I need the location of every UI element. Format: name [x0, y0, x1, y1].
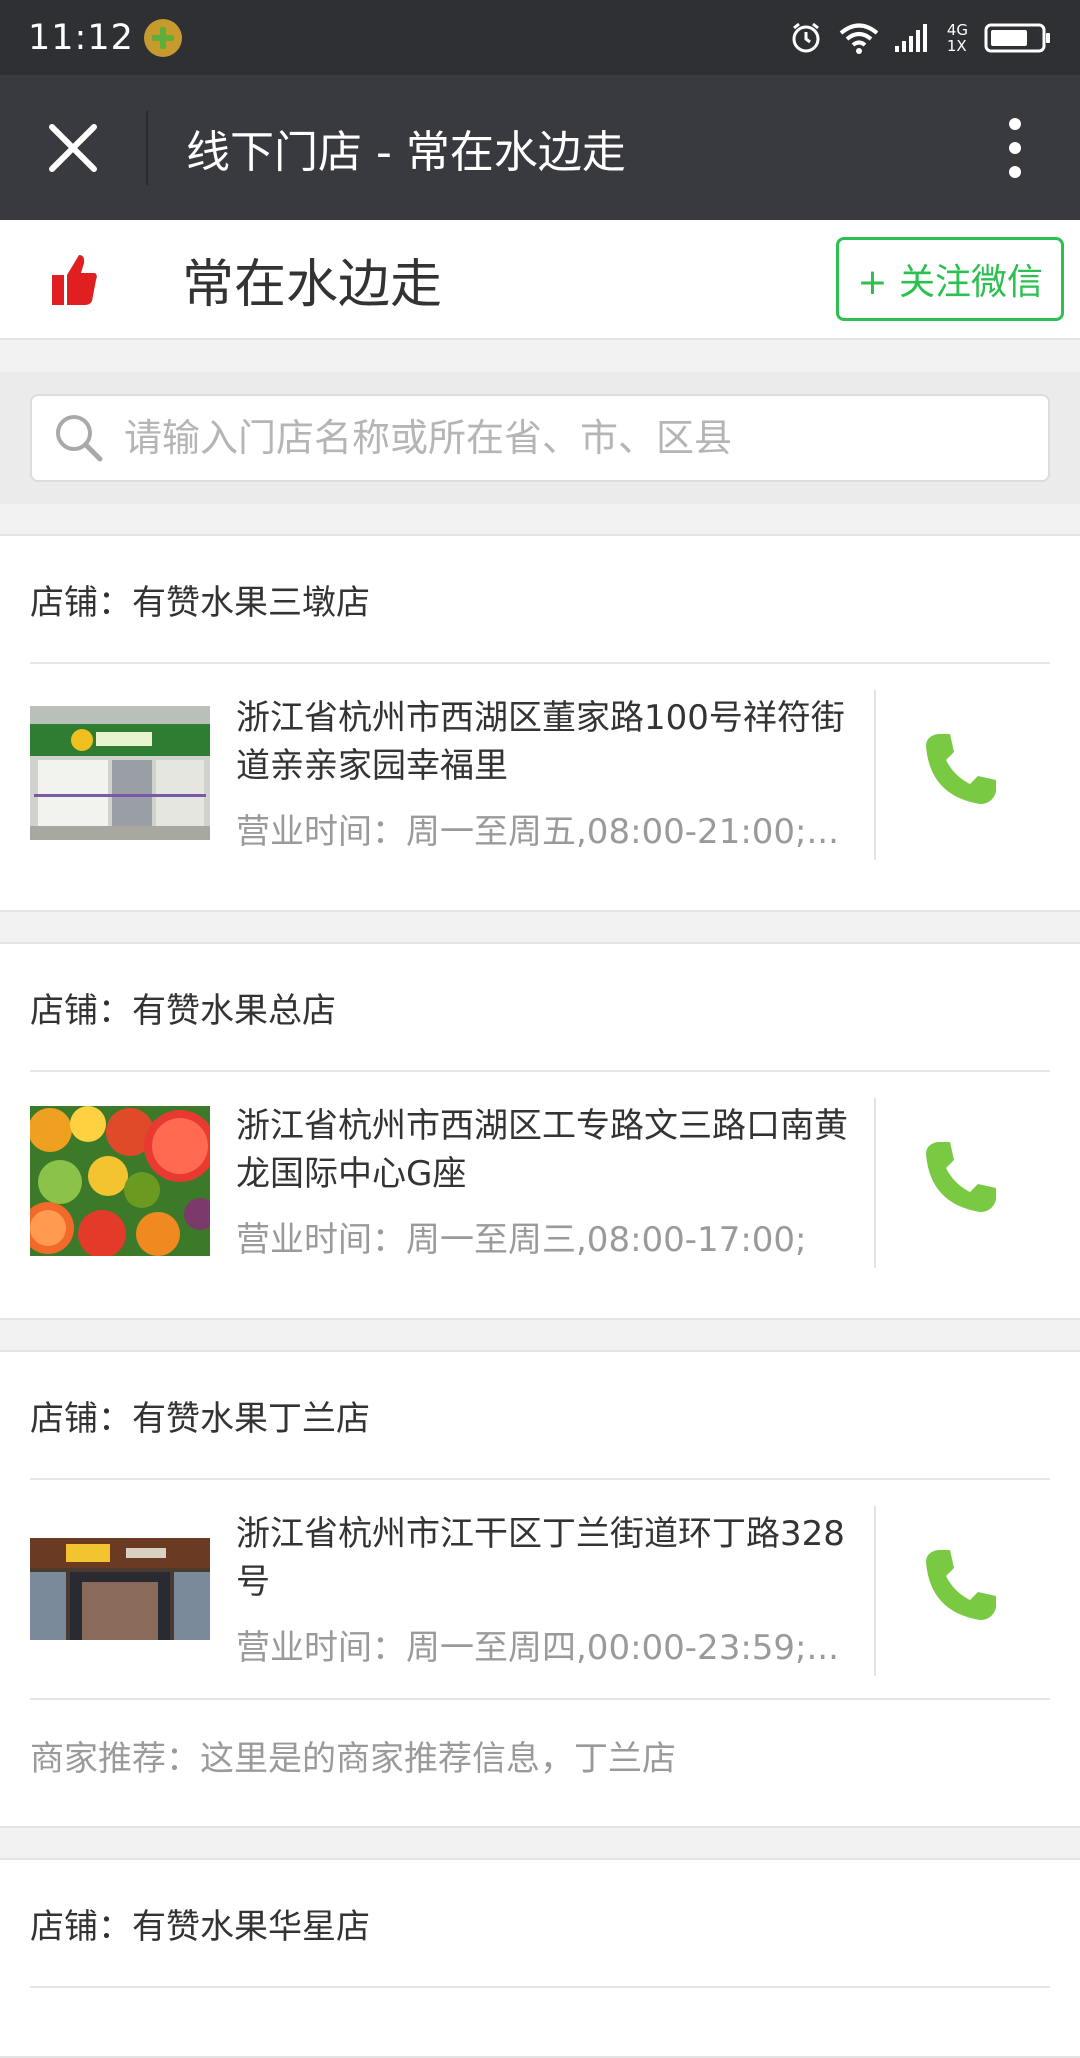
- search-bar: [0, 372, 1080, 504]
- store-address: 浙江省杭州市西湖区工专路文三路口南黄龙国际中心G座: [236, 1105, 848, 1194]
- more-vertical-icon: [1009, 117, 1021, 178]
- store-body[interactable]: 浙江省杭州市西湖区董家路100号祥符街道亲亲家园幸福里 营业时间：周一至周五,0…: [30, 664, 1050, 882]
- store-card: 店铺：有赞水果丁兰店 浙江省杭州市江干区丁兰街道环丁路328号 营业时间：周一至…: [0, 1350, 1080, 1828]
- store-body[interactable]: 浙江省杭州市江干区丁兰街道环丁路328号 营业时间：周一至周四,00:00-23…: [30, 1480, 1050, 1698]
- phone-icon: [926, 1142, 996, 1212]
- search-box[interactable]: [30, 394, 1050, 482]
- network-type-top: 4G: [946, 20, 968, 39]
- store-title: 店铺：有赞水果总店: [30, 944, 1050, 1072]
- network-type-bottom: 1X: [946, 36, 967, 55]
- store-photo: [30, 706, 210, 840]
- store-card: 店铺：有赞水果三墩店 浙江省杭州市西湖区董家路100号祥符街道亲亲家园幸福里 营…: [0, 534, 1080, 912]
- nav-divider: [146, 110, 148, 185]
- page-title: 线下门店 - 常在水边走: [186, 126, 626, 178]
- status-bar: 11:12 4G 1X: [0, 0, 1080, 75]
- store-photo: [30, 1106, 210, 1256]
- call-button[interactable]: [906, 1122, 1016, 1232]
- signal-icon: [894, 23, 927, 52]
- phone-icon: [926, 1550, 996, 1620]
- store-photo: [30, 1538, 210, 1640]
- call-button[interactable]: [906, 1530, 1016, 1640]
- store-card: 店铺：有赞水果华星店: [0, 1858, 1080, 2058]
- more-button[interactable]: [950, 75, 1080, 220]
- store-info: 浙江省杭州市西湖区董家路100号祥符街道亲亲家园幸福里 营业时间：周一至周五,0…: [236, 694, 856, 853]
- divider: [874, 690, 876, 860]
- store-body[interactable]: 浙江省杭州市西湖区工专路文三路口南黄龙国际中心G座 营业时间：周一至周三,08:…: [30, 1072, 1050, 1290]
- store-info: 浙江省杭州市江干区丁兰街道环丁路328号 营业时间：周一至周四,00:00-23…: [236, 1510, 856, 1669]
- store-hours: 营业时间：周一至周五,08:00-21:00;...: [236, 811, 839, 852]
- store-title: 店铺：有赞水果华星店: [30, 1860, 1050, 1988]
- store-card: 店铺：有赞水果总店 浙江省杭州市西湖区工专路文三路口南黄龙国际中心G座 营业时间…: [0, 942, 1080, 1320]
- thumbs-up-icon: [52, 255, 97, 305]
- follow-wechat-button[interactable]: + 关注微信: [836, 237, 1064, 321]
- brand-header: 常在水边走 + 关注微信: [0, 220, 1080, 340]
- store-address: 浙江省杭州市西湖区董家路100号祥符街道亲亲家园幸福里: [236, 697, 845, 786]
- phone-icon: [926, 734, 996, 804]
- store-title: 店铺：有赞水果三墩店: [30, 536, 1050, 664]
- store-hours: 营业时间：周一至周四,00:00-23:59;...: [236, 1627, 839, 1668]
- status-time: 11:12: [28, 17, 134, 58]
- search-input[interactable]: [124, 398, 1048, 478]
- divider: [874, 1506, 876, 1676]
- store-title: 店铺：有赞水果丁兰店: [30, 1352, 1050, 1480]
- status-icons: 4G 1X: [789, 21, 1052, 55]
- call-button[interactable]: [906, 714, 1016, 824]
- battery-icon: [984, 23, 1050, 52]
- network-type: 4G 1X: [947, 22, 968, 54]
- store-info: 浙江省杭州市西湖区工专路文三路口南黄龙国际中心G座 营业时间：周一至周三,08:…: [236, 1102, 856, 1261]
- nav-bar: 线下门店 - 常在水边走: [0, 75, 1080, 220]
- close-icon: [49, 123, 97, 172]
- brand-logo: [20, 219, 130, 339]
- close-button[interactable]: [0, 75, 146, 220]
- brand-name: 常在水边走: [182, 254, 443, 315]
- app-notification-icon: [143, 18, 182, 57]
- search-icon: [56, 415, 103, 462]
- wifi-icon: [839, 23, 879, 54]
- divider: [874, 1098, 876, 1268]
- store-hours: 营业时间：周一至周三,08:00-17:00;: [236, 1219, 807, 1260]
- alarm-icon: [792, 22, 820, 52]
- store-address: 浙江省杭州市江干区丁兰街道环丁路328号: [236, 1513, 845, 1602]
- merchant-recommendation: 商家推荐：这里是的商家推荐信息，丁兰店: [30, 1698, 1050, 1810]
